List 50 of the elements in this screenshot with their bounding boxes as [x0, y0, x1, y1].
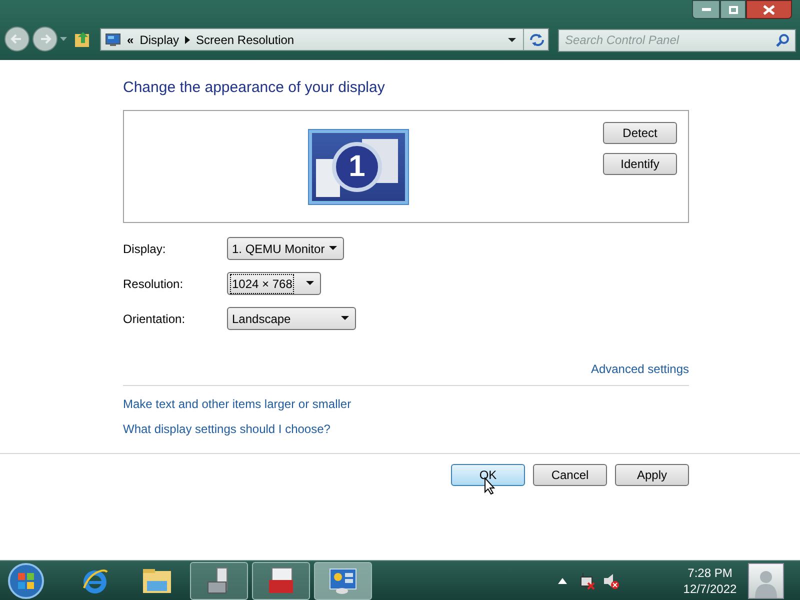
overflow-chevron[interactable]: « — [127, 30, 134, 48]
taskbar-button[interactable] — [252, 562, 310, 600]
forward-button[interactable] — [32, 26, 58, 52]
back-button[interactable] — [4, 26, 30, 52]
display-icon — [105, 32, 121, 46]
taskbar-button[interactable] — [314, 562, 372, 600]
dropdown-arrow-icon — [341, 316, 349, 321]
panel-button[interactable]: Identify — [603, 153, 677, 175]
dropdown[interactable]: 1024 × 768 — [227, 272, 321, 295]
panel-button[interactable]: Detect — [603, 122, 677, 144]
dropdown-arrow-icon — [329, 246, 337, 251]
help-link[interactable]: What display settings should I choose? — [123, 420, 330, 438]
breadcrumb[interactable]: Screen Resolution — [196, 30, 294, 48]
setting-label: Display: — [123, 240, 167, 258]
advanced-settings-link[interactable]: Advanced settings — [590, 360, 689, 378]
dialog-button[interactable]: Apply — [615, 464, 689, 486]
maximize-icon — [728, 6, 738, 14]
clock-time[interactable]: 7:28 PM — [688, 565, 732, 581]
help-link[interactable]: Make text and other items larger or smaller — [123, 395, 352, 413]
dropdown[interactable]: Landscape — [227, 307, 356, 330]
breadcrumb[interactable]: Display — [140, 30, 180, 48]
minimize-button[interactable] — [692, 0, 720, 19]
user-silhouette-icon — [754, 568, 778, 598]
folder-icon — [141, 566, 173, 594]
minimize-icon — [702, 8, 710, 11]
user-picture-tile[interactable] — [748, 563, 784, 599]
start-button[interactable] — [6, 560, 46, 600]
search-icon[interactable] — [776, 33, 790, 47]
maximize-button[interactable] — [720, 0, 746, 19]
network-icon[interactable] — [578, 572, 596, 590]
taskbar-button[interactable] — [190, 562, 248, 600]
address-bar[interactable]: « Display Screen Resolution — [100, 28, 549, 51]
setting-label: Orientation: — [123, 310, 186, 328]
dropdown[interactable]: 1. QEMU Monitor — [227, 237, 344, 260]
dialog-button[interactable]: Cancel — [533, 464, 607, 486]
chevron-icon[interactable] — [185, 36, 190, 44]
search-field[interactable]: Search Control Panel — [558, 28, 796, 52]
up-folder-icon[interactable] — [74, 30, 92, 48]
clock-date[interactable]: 12/7/2022 — [683, 581, 737, 597]
toolbox-icon — [266, 566, 296, 596]
setting-label: Resolution: — [123, 276, 184, 292]
show-hidden-icons-button[interactable] — [558, 577, 568, 585]
display-settings-icon — [328, 566, 358, 596]
speaker-muted-icon[interactable] — [602, 572, 620, 590]
monitor-drawing[interactable]: 1 — [308, 129, 409, 205]
close-button[interactable] — [746, 0, 792, 19]
monitor-number: 1 — [348, 152, 366, 182]
close-icon — [763, 4, 775, 14]
dropdown-arrow-icon — [306, 281, 314, 286]
page-heading: Change the appearance of your display — [123, 80, 386, 96]
